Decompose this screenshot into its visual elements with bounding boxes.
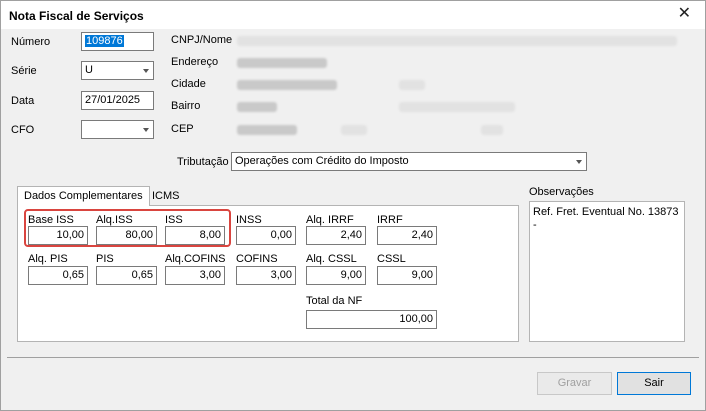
redacted-endereco	[237, 58, 327, 68]
iss-label: ISS	[165, 214, 183, 226]
observacoes-line-1: Ref. Fret. Eventual No. 13873	[533, 206, 679, 218]
cfo-select[interactable]	[81, 120, 154, 139]
aliq-irrf-label: Alq. IRRF	[306, 214, 354, 226]
aliq-cofins-field[interactable]: 3,00	[165, 266, 225, 285]
chevron-down-icon	[143, 128, 149, 132]
close-icon[interactable]: ✕	[678, 6, 691, 22]
total-nf-field[interactable]: 100,00	[306, 310, 437, 329]
numero-value: 109876	[85, 35, 124, 47]
redacted-cep	[237, 125, 297, 135]
cep-label: CEP	[171, 123, 194, 135]
aliq-cssl-label: Alq. CSSL	[306, 253, 357, 265]
inss-label: INSS	[236, 214, 262, 226]
aliq-iss-field[interactable]: 80,00	[96, 226, 157, 245]
irrf-field[interactable]: 2,40	[377, 226, 437, 245]
cssl-field[interactable]: 9,00	[377, 266, 437, 285]
base-iss-label: Base ISS	[28, 214, 74, 226]
total-nf-label: Total da NF	[306, 295, 363, 307]
aliq-pis-label: Alq. PIS	[28, 253, 68, 265]
redacted-cidade	[237, 80, 337, 90]
redacted-cnpj	[237, 36, 677, 46]
numero-label: Número	[11, 36, 51, 48]
redacted-uf	[399, 80, 425, 90]
tributacao-label: Tributação	[177, 156, 229, 168]
data-value: 27/01/2025	[85, 94, 141, 106]
footer-separator	[7, 357, 699, 358]
redacted-bairro-extra	[399, 102, 515, 112]
chevron-down-icon	[576, 160, 582, 164]
redacted-fone	[341, 125, 367, 135]
observacoes-textarea[interactable]: Ref. Fret. Eventual No. 13873 -	[529, 201, 685, 342]
pis-label: PIS	[96, 253, 114, 265]
redacted-extra	[481, 125, 503, 135]
aliq-iss-label: Alq.ISS	[96, 214, 133, 226]
tab-icms[interactable]: ICMS	[146, 187, 186, 207]
data-label: Data	[11, 95, 35, 107]
serie-select[interactable]: U	[81, 61, 154, 80]
aliq-pis-field[interactable]: 0,65	[28, 266, 88, 285]
pis-field[interactable]: 0,65	[96, 266, 157, 285]
endereco-label: Endereço	[171, 56, 219, 68]
observacoes-label: Observações	[529, 186, 594, 198]
bairro-label: Bairro	[171, 100, 201, 112]
cofins-label: COFINS	[236, 253, 278, 265]
aliq-cofins-label: Alq.COFINS	[165, 253, 226, 265]
inss-field[interactable]: 0,00	[236, 226, 296, 245]
observacoes-line-2: -	[533, 219, 537, 231]
title-bar: Nota Fiscal de Serviços ✕	[1, 1, 705, 29]
chevron-down-icon	[143, 69, 149, 73]
data-input[interactable]: 27/01/2025	[81, 91, 154, 110]
cidade-label: Cidade	[171, 78, 206, 90]
tributacao-value: Operações com Crédito do Imposto	[235, 155, 409, 167]
window-title: Nota Fiscal de Serviços	[9, 9, 144, 23]
tab-dados-complementares[interactable]: Dados Complementares	[17, 186, 150, 206]
dialog-window: Nota Fiscal de Serviços ✕ Número 109876 …	[0, 0, 706, 411]
cofins-field[interactable]: 3,00	[236, 266, 296, 285]
tributacao-select[interactable]: Operações com Crédito do Imposto	[231, 152, 587, 171]
aliq-irrf-field[interactable]: 2,40	[306, 226, 366, 245]
gravar-button[interactable]: Gravar	[537, 372, 612, 395]
iss-field[interactable]: 8,00	[165, 226, 225, 245]
cfo-label: CFO	[11, 124, 35, 136]
irrf-label: IRRF	[377, 214, 403, 226]
sair-button[interactable]: Sair	[617, 372, 691, 395]
redacted-bairro	[237, 102, 277, 112]
serie-value: U	[85, 64, 93, 76]
base-iss-field[interactable]: 10,00	[28, 226, 88, 245]
aliq-cssl-field[interactable]: 9,00	[306, 266, 366, 285]
numero-input[interactable]: 109876	[81, 32, 154, 51]
serie-label: Série	[11, 65, 37, 77]
cssl-label: CSSL	[377, 253, 406, 265]
cnpj-label: CNPJ/Nome	[171, 34, 233, 46]
